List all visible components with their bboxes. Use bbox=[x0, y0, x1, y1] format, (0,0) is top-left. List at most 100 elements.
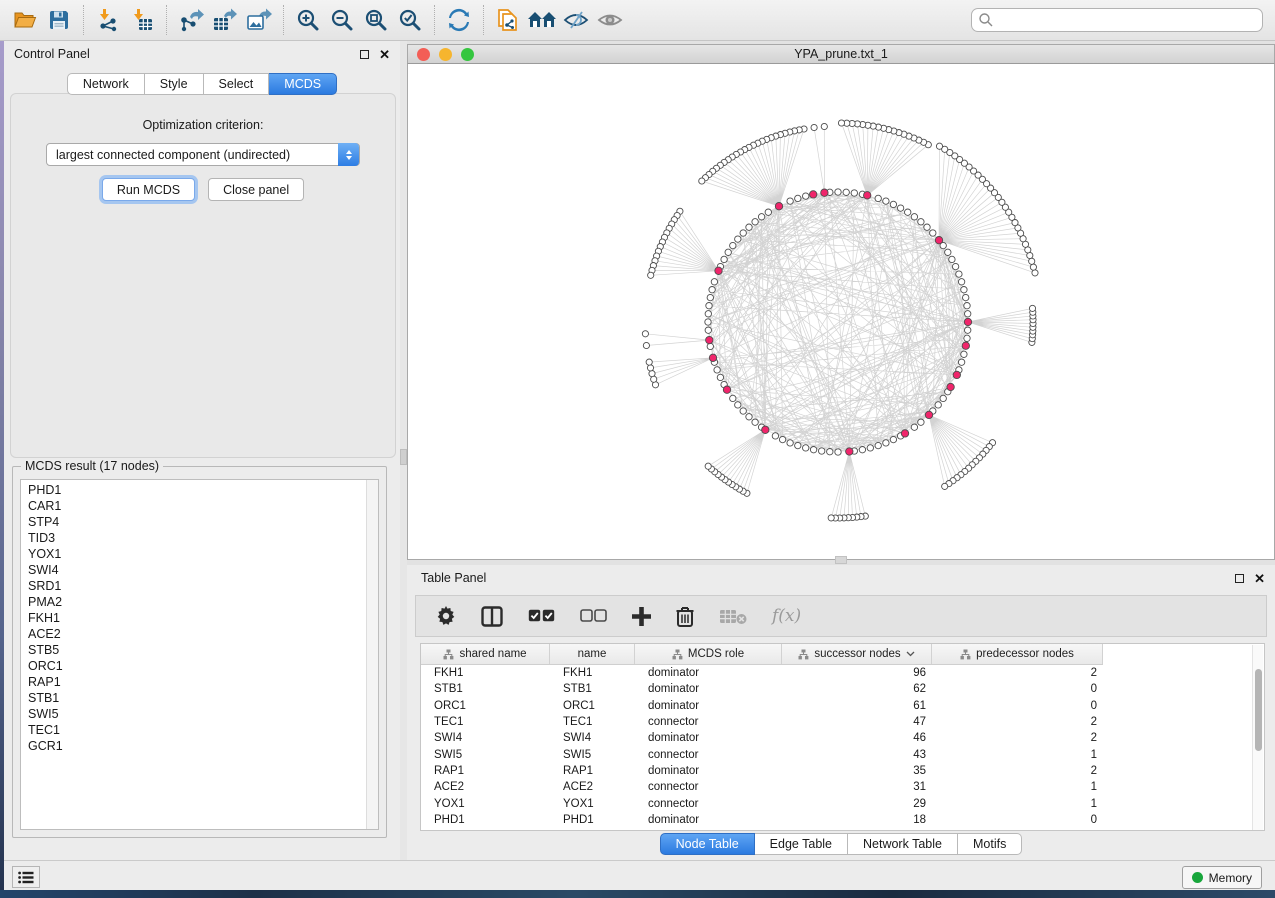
graph-hub-node[interactable] bbox=[935, 237, 942, 244]
table-cell[interactable]: RAP1 bbox=[421, 765, 550, 777]
table-cell[interactable]: 0 bbox=[932, 700, 1103, 712]
graph-hub-node[interactable] bbox=[953, 371, 960, 378]
mcds-result-item[interactable]: STB5 bbox=[21, 642, 366, 658]
graph-hub-node[interactable] bbox=[925, 411, 932, 418]
graph-hub-node[interactable] bbox=[962, 342, 969, 349]
graph-leaf-node[interactable] bbox=[828, 515, 834, 521]
graph-node[interactable] bbox=[958, 279, 964, 285]
graph-hub-node[interactable] bbox=[864, 192, 871, 199]
table-cell[interactable]: 43 bbox=[782, 749, 932, 761]
table-cell[interactable]: PHD1 bbox=[550, 814, 635, 826]
table-cell[interactable]: connector bbox=[635, 716, 782, 728]
close-panel-icon[interactable]: ✕ bbox=[379, 48, 390, 61]
table-cell[interactable]: 46 bbox=[782, 732, 932, 744]
graph-node[interactable] bbox=[851, 190, 857, 196]
table-cell[interactable]: 96 bbox=[782, 667, 932, 679]
graph-hub-node[interactable] bbox=[901, 430, 908, 437]
mcds-result-item[interactable]: CAR1 bbox=[21, 498, 366, 514]
table-cell[interactable]: dominator bbox=[635, 814, 782, 826]
search-input[interactable] bbox=[971, 8, 1263, 32]
delete-column-button[interactable] bbox=[676, 606, 694, 627]
table-cell[interactable]: STB1 bbox=[550, 683, 635, 695]
graph-node[interactable] bbox=[746, 224, 752, 230]
graph-node[interactable] bbox=[843, 189, 849, 195]
export-table-button[interactable] bbox=[208, 4, 242, 36]
graph-hub-node[interactable] bbox=[706, 336, 713, 343]
network-window-titlebar[interactable]: YPA_prune.txt_1 bbox=[407, 44, 1275, 64]
table-cell[interactable]: ACE2 bbox=[550, 781, 635, 793]
graph-leaf-node[interactable] bbox=[705, 463, 711, 469]
graph-leaf-node[interactable] bbox=[647, 365, 653, 371]
mcds-result-item[interactable]: PHD1 bbox=[21, 482, 366, 498]
criterion-select[interactable]: largest connected component (undirected) bbox=[46, 143, 360, 166]
graph-node[interactable] bbox=[945, 249, 951, 255]
graph-node[interactable] bbox=[911, 214, 917, 220]
tab-edge-table[interactable]: Edge Table bbox=[755, 833, 848, 855]
column-header-predecessor-nodes[interactable]: predecessor nodes bbox=[932, 644, 1103, 664]
graph-hub-node[interactable] bbox=[709, 354, 716, 361]
graph-hub-node[interactable] bbox=[762, 426, 769, 433]
table-scrollbar-thumb[interactable] bbox=[1255, 669, 1262, 751]
graph-leaf-node[interactable] bbox=[1029, 305, 1035, 311]
mcds-result-item[interactable]: RAP1 bbox=[21, 674, 366, 690]
mcds-result-item[interactable]: SWI5 bbox=[21, 706, 366, 722]
graph-node[interactable] bbox=[883, 198, 889, 204]
graph-node[interactable] bbox=[918, 419, 924, 425]
table-cell[interactable]: SWI4 bbox=[550, 732, 635, 744]
table-cell[interactable]: YOX1 bbox=[550, 798, 635, 810]
graph-node[interactable] bbox=[965, 327, 971, 333]
graph-leaf-node[interactable] bbox=[821, 123, 827, 129]
table-cell[interactable]: 1 bbox=[932, 798, 1103, 810]
new-network-from-selection-button[interactable] bbox=[491, 4, 525, 36]
column-header-name[interactable]: name bbox=[550, 644, 635, 664]
graph-node[interactable] bbox=[965, 311, 971, 317]
graph-node[interactable] bbox=[787, 198, 793, 204]
graph-node[interactable] bbox=[961, 287, 967, 293]
show-columns-button[interactable] bbox=[481, 606, 503, 627]
graph-leaf-node[interactable] bbox=[1029, 258, 1035, 264]
table-cell[interactable]: FKH1 bbox=[550, 667, 635, 679]
graph-hub-node[interactable] bbox=[723, 386, 730, 393]
graph-node[interactable] bbox=[752, 419, 758, 425]
table-cell[interactable]: TEC1 bbox=[550, 716, 635, 728]
table-cell[interactable]: 0 bbox=[932, 683, 1103, 695]
table-cell[interactable]: 0 bbox=[932, 814, 1103, 826]
graph-node[interactable] bbox=[725, 249, 731, 255]
graph-leaf-node[interactable] bbox=[699, 178, 705, 184]
graph-leaf-node[interactable] bbox=[811, 124, 817, 130]
table-row[interactable]: PHD1PHD1dominator180 bbox=[421, 812, 1264, 828]
table-cell[interactable]: 2 bbox=[932, 732, 1103, 744]
import-table-button[interactable] bbox=[125, 4, 159, 36]
tab-style[interactable]: Style bbox=[145, 73, 204, 95]
graph-node[interactable] bbox=[964, 303, 970, 309]
graph-node[interactable] bbox=[730, 242, 736, 248]
tab-select[interactable]: Select bbox=[204, 73, 270, 95]
graph-node[interactable] bbox=[952, 263, 958, 269]
mcds-result-item[interactable]: STP4 bbox=[21, 514, 366, 530]
table-cell[interactable]: connector bbox=[635, 798, 782, 810]
graph-hub-node[interactable] bbox=[810, 191, 817, 198]
graph-leaf-node[interactable] bbox=[838, 120, 844, 126]
zoom-selected-button[interactable] bbox=[393, 4, 427, 36]
graph-node[interactable] bbox=[795, 195, 801, 201]
splitter-handle[interactable] bbox=[400, 449, 407, 465]
export-network-button[interactable] bbox=[174, 4, 208, 36]
float-panel-icon[interactable] bbox=[360, 50, 369, 59]
graph-node[interactable] bbox=[709, 287, 715, 293]
graph-node[interactable] bbox=[918, 219, 924, 225]
table-cell[interactable]: 1 bbox=[932, 781, 1103, 793]
table-scrollbar[interactable] bbox=[1252, 645, 1263, 831]
graph-node[interactable] bbox=[705, 311, 711, 317]
graph-node[interactable] bbox=[897, 205, 903, 211]
horizontal-splitter-handle[interactable] bbox=[835, 556, 847, 564]
graph-node[interactable] bbox=[911, 424, 917, 430]
graph-node[interactable] bbox=[956, 271, 962, 277]
table-cell[interactable]: SWI5 bbox=[550, 749, 635, 761]
graph-node[interactable] bbox=[795, 442, 801, 448]
graph-node[interactable] bbox=[740, 230, 746, 236]
table-cell[interactable]: RAP1 bbox=[550, 765, 635, 777]
refresh-layout-button[interactable] bbox=[442, 4, 476, 36]
graph-node[interactable] bbox=[752, 219, 758, 225]
graph-node[interactable] bbox=[835, 449, 841, 455]
graph-node[interactable] bbox=[890, 436, 896, 442]
